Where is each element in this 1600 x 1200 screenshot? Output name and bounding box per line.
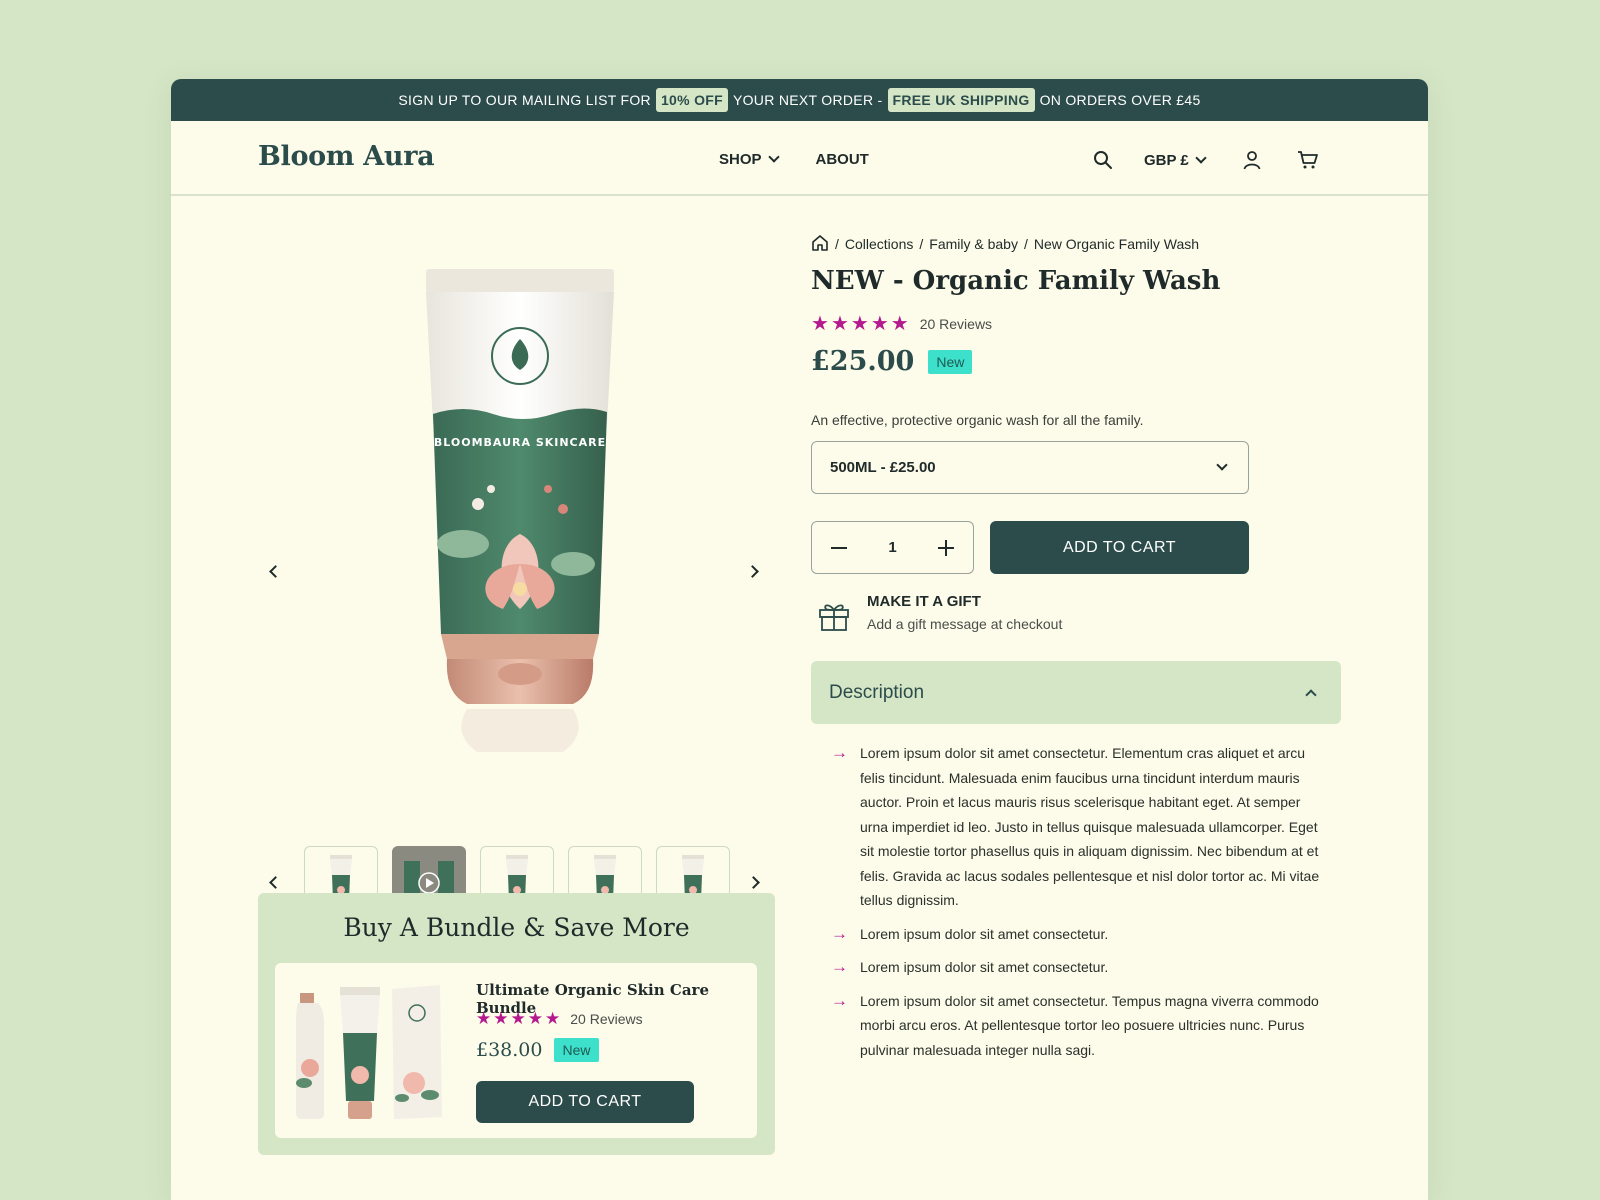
star-icon: ★ <box>850 313 869 335</box>
new-badge: New <box>554 1038 599 1062</box>
promo-text-3: ON ORDERS OVER £45 <box>1039 92 1201 108</box>
arrow-right-icon: → <box>831 957 848 976</box>
gallery-prev-arrow[interactable] <box>261 559 285 583</box>
star-icon: ★ <box>545 1009 561 1028</box>
gallery-next-arrow[interactable] <box>742 559 766 583</box>
breadcrumb: / Collections / Family & baby / New Orga… <box>811 234 1199 254</box>
chevron-up-icon <box>1305 689 1317 701</box>
price-row: £25.00 New <box>811 346 973 377</box>
currency-selector[interactable]: GBP £ <box>1144 151 1207 169</box>
menu-item-about[interactable]: ABOUT <box>816 151 869 168</box>
menu-item-label: SHOP <box>719 151 762 168</box>
star-icon: ★ <box>476 1009 492 1028</box>
list-item-text: Lorem ipsum dolor sit amet consectetur. <box>860 925 1109 942</box>
list-item: → Lorem ipsum dolor sit amet consectetur.… <box>831 989 1331 1063</box>
promo-highlight-discount: 10% OFF <box>655 88 728 112</box>
arrow-right-icon: → <box>831 743 848 762</box>
bundle-image <box>296 985 442 1119</box>
chevron-down-icon <box>1195 151 1207 164</box>
menu-item-shop[interactable]: SHOP <box>719 151 780 168</box>
breadcrumb-separator: / <box>835 236 839 252</box>
breadcrumb-current: New Organic Family Wash <box>1033 236 1200 252</box>
home-icon[interactable] <box>811 234 829 254</box>
star-icon: ★ <box>870 313 889 335</box>
bundle-add-to-cart-button[interactable]: ADD TO CART <box>476 1081 694 1123</box>
thumbs-prev-arrow[interactable] <box>261 870 285 894</box>
bundle-price-row: £38.00 New <box>476 1038 599 1062</box>
description-list: → Lorem ipsum dolor sit amet consectetur.… <box>831 741 1331 1071</box>
new-badge: New <box>928 349 973 374</box>
list-item: → Lorem ipsum dolor sit amet consectetur. <box>831 955 1331 980</box>
reviews-count[interactable]: 20 Reviews <box>920 316 992 332</box>
add-to-cart-button[interactable]: ADD TO CART <box>990 521 1249 574</box>
brand-logo[interactable]: Bloom Aura <box>258 141 435 172</box>
search-icon[interactable] <box>1088 145 1118 175</box>
thumbs-next-arrow[interactable] <box>743 870 767 894</box>
page-frame: SIGN UP TO OUR MAILING LIST FOR 10% OFF … <box>171 79 1428 1200</box>
product-title: NEW - Organic Family Wash <box>811 266 1221 296</box>
breadcrumb-family-baby[interactable]: Family & baby <box>929 236 1018 252</box>
gift-option[interactable]: MAKE IT A GIFT Add a gift message at che… <box>811 593 1062 633</box>
promo-banner: SIGN UP TO OUR MAILING LIST FOR 10% OFF … <box>171 79 1428 121</box>
gift-title: MAKE IT A GIFT <box>867 593 981 610</box>
gift-subtitle: Add a gift message at checkout <box>867 616 1063 632</box>
product-main-image: BLOOMBAURA SKINCARE <box>426 269 614 752</box>
bundle-section: Buy A Bundle & Save More Ultimate Organi… <box>258 893 775 1155</box>
star-icon: ★ <box>510 1009 526 1028</box>
list-item-text: Lorem ipsum dolor sit amet consectetur. … <box>860 992 1319 1058</box>
main-menu: SHOP ABOUT <box>719 151 869 168</box>
product-rating: ★ ★ ★ ★ ★ 20 Reviews <box>811 314 992 334</box>
star-icon: ★ <box>493 1009 509 1028</box>
breadcrumb-separator: / <box>919 236 924 252</box>
chevron-down-icon <box>1216 459 1228 471</box>
menu-item-label: ABOUT <box>815 151 869 168</box>
product-price: £25.00 <box>811 346 915 377</box>
variant-select[interactable]: 500ML - £25.00 <box>811 441 1249 494</box>
promo-text-2: YOUR NEXT ORDER - <box>732 92 883 108</box>
currency-label: GBP £ <box>1144 151 1189 169</box>
star-rating: ★ ★ ★ ★ ★ <box>811 314 909 334</box>
list-item-text: Lorem ipsum dolor sit amet consectetur. … <box>860 745 1320 908</box>
chevron-down-icon <box>767 151 780 163</box>
promo-text-1: SIGN UP TO OUR MAILING LIST FOR <box>398 92 651 108</box>
header-nav: Bloom Aura SHOP ABOUT GBP £ <box>171 121 1428 196</box>
bundle-heading: Buy A Bundle & Save More <box>343 913 690 942</box>
cart-icon[interactable] <box>1293 145 1323 175</box>
bundle-price: £38.00 <box>476 1039 543 1061</box>
description-accordion-header[interactable]: Description <box>811 661 1341 724</box>
breadcrumb-collections[interactable]: Collections <box>845 236 913 252</box>
quantity-stepper: 1 <box>811 521 974 574</box>
star-rating: ★ ★ ★ ★ ★ <box>476 1010 560 1027</box>
arrow-right-icon: → <box>831 990 848 1010</box>
header-actions: GBP £ <box>1088 145 1323 175</box>
product-label-text: BLOOMBAURA SKINCARE <box>434 436 606 449</box>
list-item-text: Lorem ipsum dolor sit amet consectetur. <box>860 959 1109 975</box>
star-icon: ★ <box>527 1009 543 1028</box>
increase-quantity-button[interactable] <box>935 537 957 559</box>
star-icon: ★ <box>811 313 829 335</box>
product-tagline: An effective, protective organic wash fo… <box>811 412 1144 428</box>
breadcrumb-separator: / <box>1023 236 1028 252</box>
list-item: → Lorem ipsum dolor sit amet consectetur.… <box>831 741 1331 913</box>
list-item: → Lorem ipsum dolor sit amet consectetur. <box>831 922 1331 947</box>
bundle-card: Ultimate Organic Skin Care Bundle ★ ★ ★ ★ ★ … <box>275 963 757 1138</box>
user-icon[interactable] <box>1237 145 1267 175</box>
description-heading: Description <box>829 681 925 703</box>
arrow-right-icon: → <box>831 923 848 943</box>
bundle-rating: ★ ★ ★ ★ ★ 20 Reviews <box>476 1010 643 1027</box>
gift-icon <box>819 604 849 631</box>
bundle-reviews-count[interactable]: 20 Reviews <box>570 1011 642 1027</box>
decrease-quantity-button[interactable] <box>828 537 850 559</box>
star-icon: ★ <box>830 313 849 335</box>
variant-value: 500ML - £25.00 <box>830 459 936 476</box>
quantity-value[interactable]: 1 <box>888 539 896 556</box>
promo-highlight-shipping: FREE UK SHIPPING <box>887 88 1035 112</box>
star-icon: ★ <box>890 313 909 335</box>
